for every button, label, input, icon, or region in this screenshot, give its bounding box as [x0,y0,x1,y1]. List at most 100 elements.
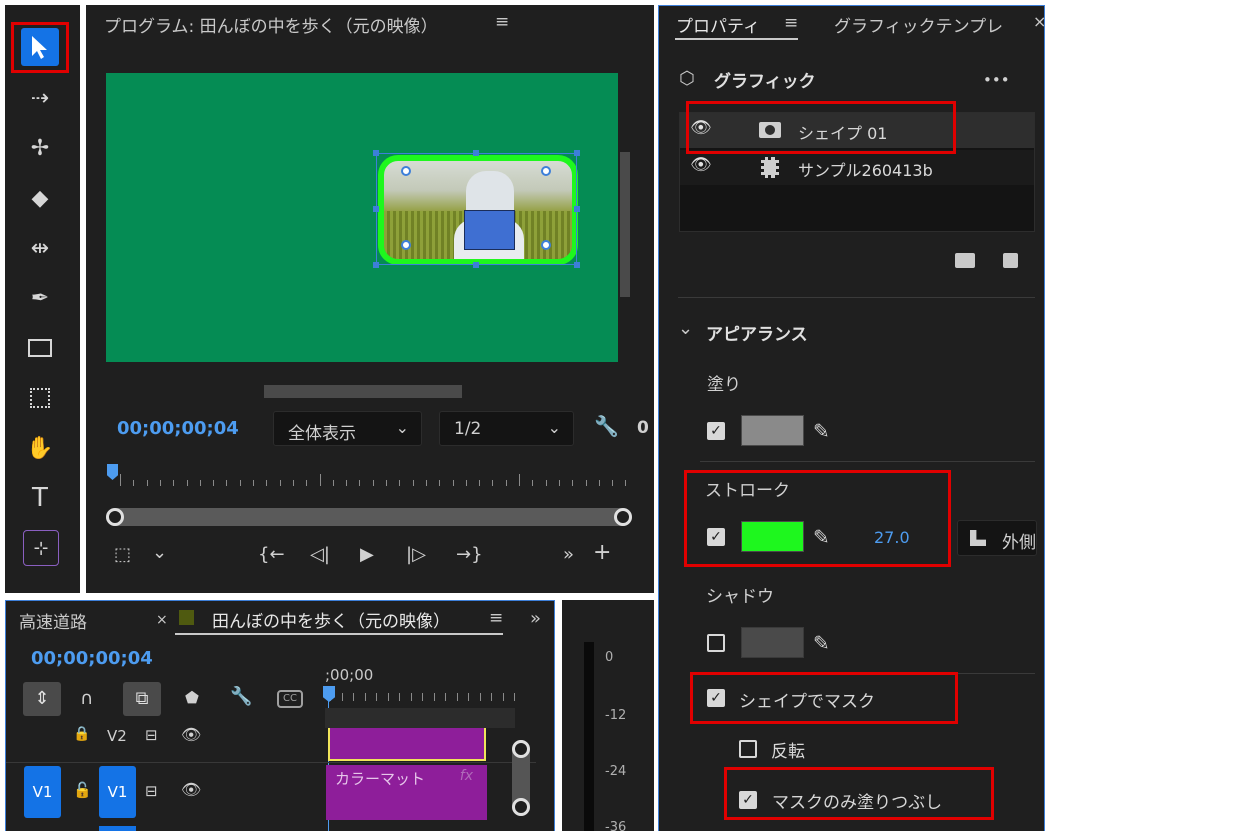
linked-selection-button[interactable]: ⧉ [123,682,161,716]
play-icon[interactable]: ▶ [360,544,374,565]
add-button-icon[interactable]: + [593,540,611,565]
pen-tool[interactable]: ✒ [20,278,60,318]
type-tool[interactable]: T [20,478,60,518]
ruler-tick [410,693,412,701]
snap-button[interactable]: ⇕ [23,682,61,716]
handle-bottom-mid[interactable] [473,262,479,268]
ripple-edit-tool[interactable]: ✢ [20,128,60,168]
source-patch-v1[interactable]: V1 [24,766,61,818]
captions-icon[interactable]: CC [277,690,303,708]
step-back-icon[interactable]: ◁| [310,544,330,565]
safe-margins-icon[interactable]: ⬚ [114,544,131,565]
razor-tool[interactable]: ◆ [20,178,60,218]
lock-icon[interactable]: 🔓 [73,781,92,799]
timeline-v-scroll[interactable] [512,740,530,816]
eye-icon[interactable]: 👁 [690,155,712,175]
layer-row-clip[interactable]: 👁 サンプル260413b [680,150,1034,185]
stroke-width-value[interactable]: 27.0 [874,528,910,547]
timeline-tab-active[interactable]: 田んぼの中を歩く（元の映像） [212,607,450,632]
go-to-out-icon[interactable]: →} [456,544,483,565]
handle-top-mid[interactable] [473,150,479,156]
zoom-bar-right-handle[interactable] [614,508,632,526]
invert-label[interactable]: 反転 [771,737,805,762]
fill-color-swatch[interactable] [741,415,804,446]
track-target-v1[interactable]: V1 [99,766,136,818]
handle-mid-left[interactable] [373,206,379,212]
tab-properties-menu-icon[interactable]: ≡ [784,13,798,33]
mask-shape-label[interactable]: シェイプでマスク [739,687,875,712]
handle-bottom-left[interactable] [373,262,379,268]
monitor-zoom-bar[interactable] [106,508,632,526]
tab-properties[interactable]: プロパティ [676,12,760,37]
close-panel-icon[interactable]: × [1033,12,1046,31]
new-group-folder-icon[interactable] [955,253,975,268]
monitor-hscrollbar[interactable] [264,385,462,398]
slip-tool[interactable]: ⇹ [20,228,60,268]
sync-icon[interactable]: ⊟ [145,726,158,744]
fill-checkbox[interactable]: ✓ [707,422,725,440]
fill-mask-only-label[interactable]: マスクのみ塗りつぶし [772,788,942,813]
clip-v2[interactable] [328,728,486,761]
sync-icon[interactable]: ⊟ [145,782,158,800]
tab-menu-icon[interactable]: ≡ [489,608,503,628]
stroke-color-swatch[interactable] [741,521,804,552]
hand-tool[interactable]: ✋ [20,428,60,468]
new-layer-icon[interactable] [1003,253,1018,268]
wrench-icon[interactable]: 🔧 [230,686,252,707]
work-area-bar[interactable] [325,708,515,728]
expand-panels-icon[interactable]: » [530,608,541,629]
tab-close-icon[interactable]: × [156,612,168,628]
tab-graphic-template[interactable]: グラフィックテンプレ [834,12,1029,37]
rectangle-tool[interactable] [20,328,60,368]
hand-select-tool[interactable] [20,378,60,418]
stroke-position-select[interactable]: 外側 [957,520,1037,556]
invert-checkbox[interactable] [739,740,757,758]
essential-graphics-tool[interactable]: ⊹ [23,530,59,566]
more-options-icon[interactable]: ••• [983,71,1010,89]
layer-row-shape[interactable]: 👁 シェイプ 01 [680,113,1034,148]
program-monitor-title[interactable]: プログラム: 田んぼの中を歩く（元の映像） [104,12,438,37]
step-forward-icon[interactable]: |▷ [406,544,426,565]
eyedropper-icon[interactable]: ✎ [813,631,830,655]
chevron-down-icon[interactable]: ⌄ [678,318,693,339]
eyedropper-icon[interactable]: ✎ [813,525,830,549]
timeline-tab-inactive[interactable]: 高速道路 [19,608,87,633]
chevron-down-icon[interactable]: ⌄ [152,542,167,563]
marker-icon[interactable]: ⬟ [185,688,199,707]
fill-mask-only-checkbox[interactable]: ✓ [739,791,757,809]
timeline-timecode[interactable]: 00;00;00;04 [31,648,153,669]
program-timecode[interactable]: 00;00;00;04 [117,418,239,439]
handle-top-right[interactable] [574,150,580,156]
shadow-color-swatch[interactable] [741,627,804,658]
handle-top-left[interactable] [373,150,379,156]
monitor-scrollbar[interactable] [620,152,630,297]
handle-bottom-right[interactable] [574,262,580,268]
eye-icon[interactable]: 👁 [181,780,201,799]
corner-radius-handle[interactable] [541,166,551,176]
selection-tool[interactable] [21,28,59,66]
scroll-handle-top[interactable] [512,740,530,758]
eye-icon[interactable]: 👁 [690,118,712,138]
scroll-handle-bottom[interactable] [512,798,530,816]
clip-v1[interactable]: カラーマット fx [326,765,487,820]
corner-radius-handle[interactable] [541,240,551,250]
shadow-checkbox[interactable] [707,634,725,652]
track-select-tool[interactable]: ⇢ [20,78,60,118]
lock-icon[interactable]: 🔒 [73,726,90,742]
corner-radius-handle[interactable] [401,240,411,250]
resolution-select[interactable]: 1/2 ⌄ [439,411,574,446]
go-to-in-icon[interactable]: {← [258,544,285,565]
zoom-bar-left-handle[interactable] [106,508,124,526]
magnet-icon[interactable]: ∩ [80,688,93,709]
wrench-icon[interactable]: 🔧 [594,414,619,438]
eye-icon[interactable]: 👁 [181,725,201,744]
eyedropper-icon[interactable]: ✎ [813,419,830,443]
more-controls-icon[interactable]: » [563,544,574,565]
appearance-header[interactable]: アピアランス [706,320,808,345]
corner-radius-handle[interactable] [401,166,411,176]
stroke-checkbox[interactable]: ✓ [707,528,725,546]
zoom-select[interactable]: 全体表示 ⌄ [273,411,422,446]
panel-menu-icon[interactable]: ≡ [495,12,509,32]
handle-mid-right[interactable] [574,206,580,212]
mask-shape-checkbox[interactable]: ✓ [707,689,725,707]
